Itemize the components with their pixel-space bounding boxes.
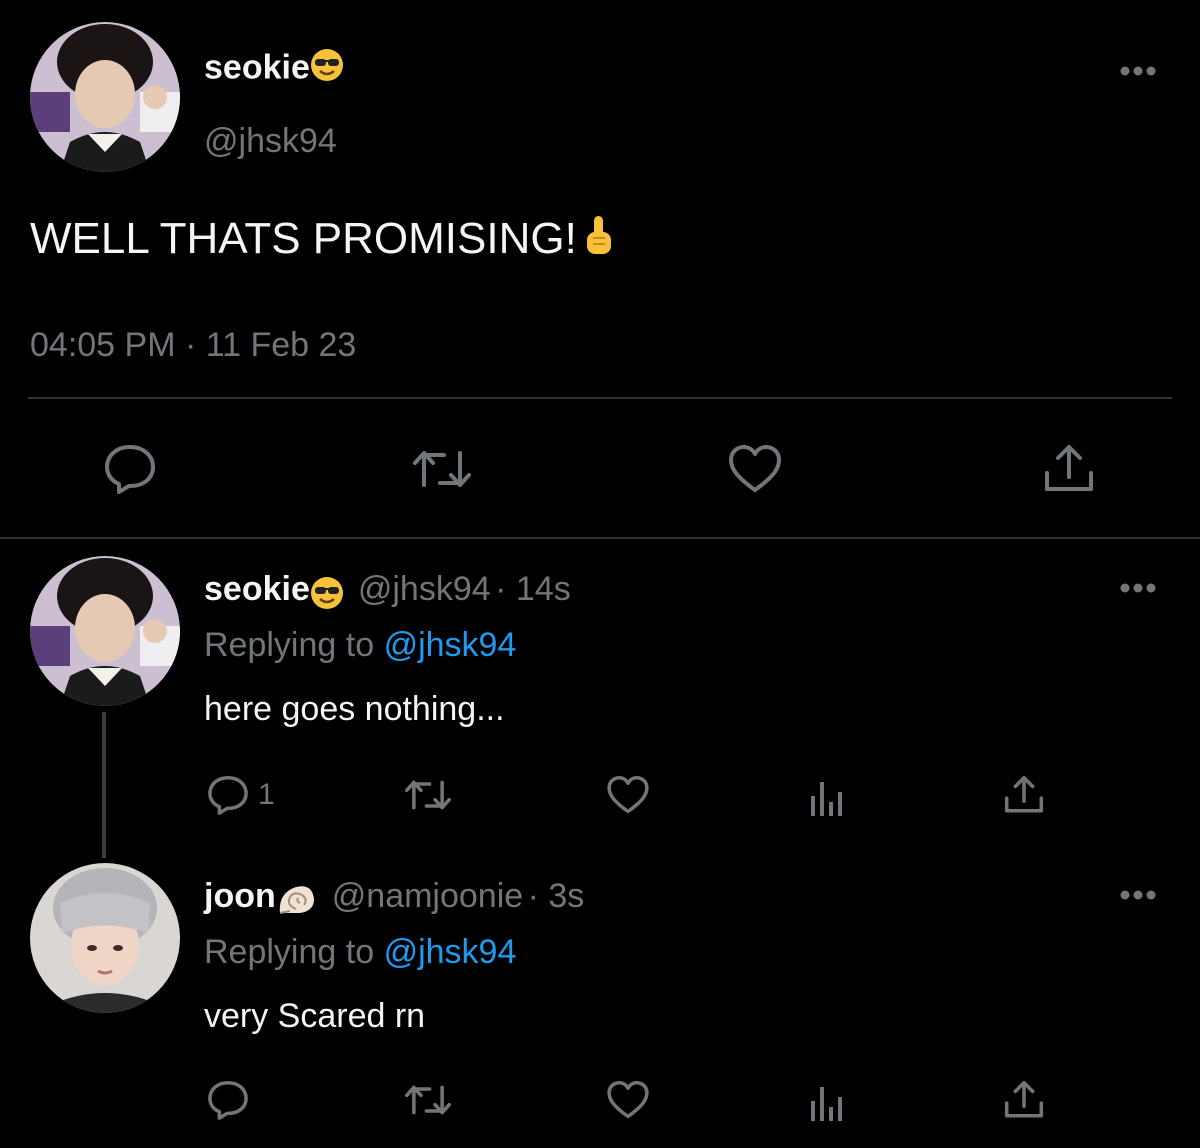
replying-to-handle[interactable]: @jhsk94 — [384, 626, 517, 664]
reply-2-text: very Scared rn — [204, 997, 426, 1035]
reply-2-header: joon @namjoonie · 3s — [204, 877, 584, 922]
reply-1-text: here goes nothing... — [204, 690, 505, 728]
replying-to-label: Replying to — [204, 933, 375, 971]
thread-line — [102, 712, 106, 858]
retweet-icon[interactable] — [410, 441, 474, 497]
reply-2-avatar[interactable] — [30, 863, 180, 1013]
reply-1-reply-action[interactable]: 1 — [206, 773, 275, 817]
main-avatar[interactable] — [30, 22, 180, 172]
reply-icon[interactable] — [206, 1078, 250, 1122]
pointing-up-emoji-icon — [581, 214, 617, 269]
like-icon[interactable] — [727, 441, 783, 497]
share-icon[interactable] — [1002, 1078, 1046, 1122]
retweet-icon[interactable] — [402, 773, 454, 817]
replying-to-label: Replying to — [204, 626, 375, 664]
reply-icon — [208, 775, 248, 815]
replying-to-handle[interactable]: @jhsk94 — [384, 933, 517, 971]
more-options-icon[interactable] — [1118, 581, 1158, 595]
reply-1-time[interactable]: · 14s — [495, 570, 571, 608]
more-options-icon[interactable] — [1118, 64, 1158, 78]
like-icon[interactable] — [605, 1078, 651, 1122]
main-handle[interactable]: @jhsk94 — [204, 122, 337, 161]
main-timestamp[interactable]: 04:05 PM · 11 Feb 23 — [30, 326, 356, 365]
tweet-text: WELL THATS PROMISING! — [30, 214, 577, 264]
main-divider — [28, 397, 1172, 399]
reply-1-avatar[interactable] — [30, 556, 180, 706]
main-tweet-text: WELL THATS PROMISING! — [30, 214, 617, 269]
reply-2-handle[interactable]: @namjoonie — [332, 877, 523, 915]
share-icon[interactable] — [1002, 773, 1046, 817]
more-options-icon[interactable] — [1118, 888, 1158, 902]
analytics-icon[interactable] — [805, 776, 849, 820]
retweet-icon[interactable] — [402, 1078, 454, 1122]
reply-2-time[interactable]: · 3s — [528, 877, 585, 915]
section-divider — [0, 537, 1200, 539]
like-icon[interactable] — [605, 773, 651, 817]
sunglasses-emoji-icon — [310, 48, 344, 91]
share-icon[interactable] — [1041, 441, 1097, 497]
reply-icon[interactable] — [102, 441, 158, 497]
spiral-shell-emoji-icon — [276, 883, 316, 922]
reply-1-header: seokie @jhsk94 · 14s — [204, 570, 571, 615]
reply-count: 1 — [258, 778, 275, 811]
reply-1-replying-to: Replying to @jhsk94 — [204, 626, 516, 665]
reply-2-replying-to: Replying to @jhsk94 — [204, 933, 516, 972]
reply-1-handle[interactable]: @jhsk94 — [358, 570, 491, 608]
analytics-icon[interactable] — [805, 1081, 849, 1125]
main-display-name[interactable]: seokie — [204, 48, 344, 91]
sunglasses-emoji-icon — [310, 576, 344, 615]
reply-1-display-name[interactable]: seokie — [204, 570, 310, 608]
reply-2-display-name[interactable]: joon — [204, 877, 276, 915]
display-name-text: seokie — [204, 48, 310, 87]
